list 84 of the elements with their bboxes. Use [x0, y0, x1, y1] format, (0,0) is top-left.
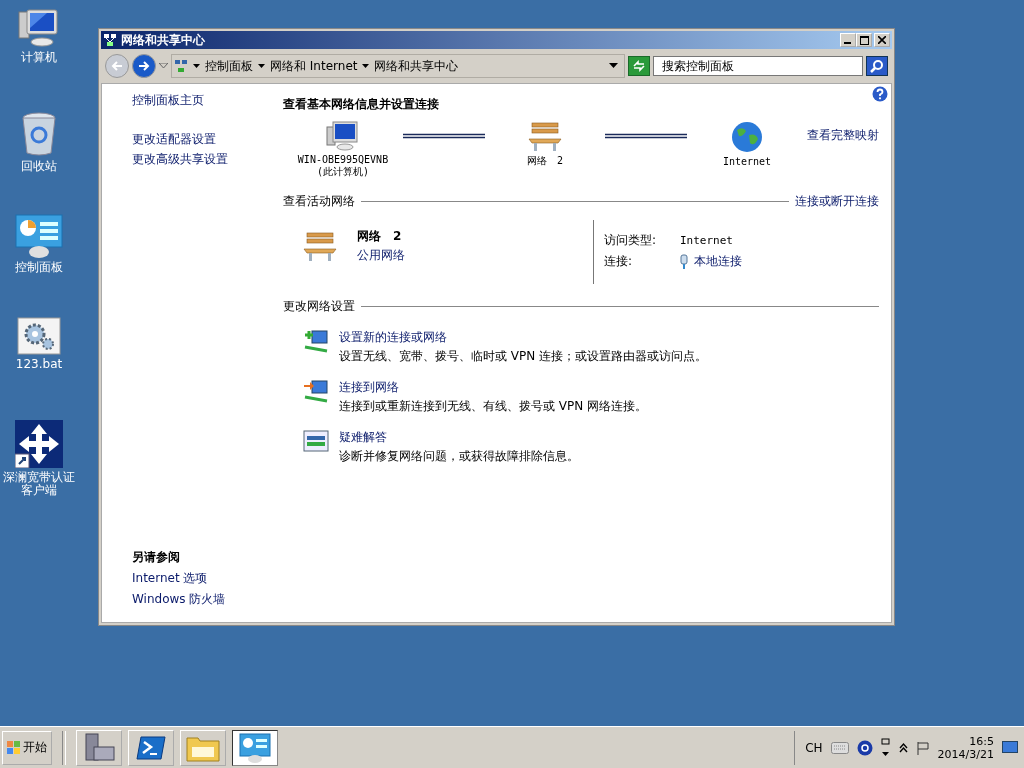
back-arrow-icon	[111, 60, 123, 72]
computer-icon	[326, 121, 360, 151]
keyboard-icon[interactable]	[830, 741, 849, 754]
breadcrumb-item[interactable]: 网络和 Internet	[270, 57, 358, 75]
desktop-icon-label[interactable]: 123.bat	[1, 358, 77, 371]
control-panel-icon	[15, 214, 63, 258]
start-button[interactable]: 开始	[2, 730, 52, 765]
close-button[interactable]	[874, 33, 890, 47]
network-icon	[103, 33, 117, 47]
full-map-link[interactable]: 查看完整映射	[807, 127, 879, 144]
dropdown-icon[interactable]	[609, 63, 618, 69]
network-name: 网络 2	[357, 228, 403, 245]
maximize-button[interactable]	[856, 33, 872, 47]
network-icon	[174, 59, 188, 73]
network-type-link[interactable]: 公用网络	[357, 247, 405, 264]
caret-icon[interactable]	[258, 63, 265, 69]
language-indicator[interactable]: CH	[805, 740, 823, 755]
server-toolbox-icon	[82, 732, 116, 763]
page-heading: 查看基本网络信息并设置连接	[283, 96, 440, 113]
show-desktop-icon[interactable]	[1002, 740, 1018, 755]
bench-icon	[303, 231, 337, 261]
task-description: 设置无线、宽带、拨号、临时或 VPN 连接；或设置路由器或访问点。	[339, 348, 708, 365]
minimize-button[interactable]	[840, 33, 856, 47]
flag-icon[interactable]	[915, 740, 930, 755]
windows-logo-icon	[7, 740, 21, 755]
section-heading: 另请参阅	[132, 549, 181, 566]
clock-date[interactable]: 2014/3/21	[937, 747, 994, 761]
task-link[interactable]: 设置新的连接或网络	[339, 329, 708, 346]
task-description: 诊断并修复网络问题，或获得故障排除信息。	[339, 448, 579, 465]
refresh-icon	[632, 60, 646, 72]
task-link[interactable]: 连接到网络	[339, 379, 648, 396]
desktop-icon-label[interactable]: 控制面板	[1, 261, 77, 274]
taskbar-app-button[interactable]	[232, 729, 278, 766]
breadcrumb-item[interactable]: 网络和共享中心	[374, 57, 459, 75]
field-value: Internet	[680, 234, 733, 247]
field-label: 访问类型:	[604, 232, 658, 249]
refresh-button[interactable]	[628, 56, 650, 76]
cross-arrows-icon	[15, 420, 63, 468]
computer-icon	[17, 8, 61, 48]
show-hidden-icons-icon[interactable]	[898, 741, 908, 754]
clock-time[interactable]: 16:5	[969, 734, 994, 748]
map-node-label: 网络 2	[527, 154, 563, 168]
map-node-label: Internet	[722, 156, 772, 167]
connect-network-icon	[303, 379, 329, 403]
desktop-icon-label[interactable]: 回收站	[1, 160, 77, 173]
maximize-icon	[859, 35, 869, 45]
desktop-icon-label[interactable]: 深澜宽带认证客户端	[1, 471, 77, 497]
back-button[interactable]	[105, 54, 129, 78]
search-button[interactable]	[866, 56, 888, 76]
troubleshoot-icon	[303, 429, 329, 453]
options-icon[interactable]	[880, 737, 891, 758]
bench-icon	[528, 121, 562, 151]
address-bar[interactable]: 控制面板 网络和 Internet 网络和共享中心	[171, 54, 625, 78]
map-node-sublabel: (此计算机)	[316, 165, 369, 179]
caret-icon[interactable]	[362, 63, 370, 69]
task-description: 连接到或重新连接到无线、有线、拨号或 VPN 网络连接。	[339, 398, 648, 415]
sidebar-link[interactable]: 控制面板主页	[132, 92, 283, 109]
globe-icon	[731, 121, 763, 153]
gear-icon	[17, 317, 61, 355]
desktop-icon-label[interactable]: 计算机	[1, 51, 77, 64]
map-node-label: WIN-OBE995QEVNB	[297, 154, 389, 165]
caret-icon[interactable]	[193, 63, 200, 69]
forward-button[interactable]	[132, 54, 156, 78]
search-field[interactable]: 搜索控制面板	[653, 56, 863, 76]
connect-disconnect-link[interactable]: 连接或断开连接	[795, 193, 879, 210]
sidebar-link[interactable]: 更改高级共享设置	[132, 151, 283, 168]
connection-link[interactable]: 本地连接	[694, 253, 742, 270]
field-label: 连接:	[604, 253, 634, 270]
search-icon	[870, 59, 884, 73]
shell-prompt-icon	[136, 734, 166, 761]
window-title: 网络和共享中心	[121, 31, 205, 49]
section-heading: 查看活动网络	[283, 193, 355, 210]
ethernet-plug-icon	[680, 254, 688, 269]
sidebar-link[interactable]: Internet 选项	[132, 570, 283, 587]
task-link[interactable]: 疑难解答	[339, 429, 579, 446]
section-heading: 更改网络设置	[283, 298, 355, 315]
recycle-bin-icon	[20, 111, 58, 157]
sidebar-link[interactable]: Windows 防火墙	[132, 591, 283, 608]
add-network-icon	[303, 329, 329, 353]
sidebar-link[interactable]: 更改适配器设置	[132, 131, 283, 148]
control-panel-icon	[239, 732, 271, 763]
close-icon	[878, 36, 886, 44]
forward-arrow-icon	[138, 60, 150, 72]
breadcrumb-item[interactable]: 控制面板	[205, 57, 253, 75]
